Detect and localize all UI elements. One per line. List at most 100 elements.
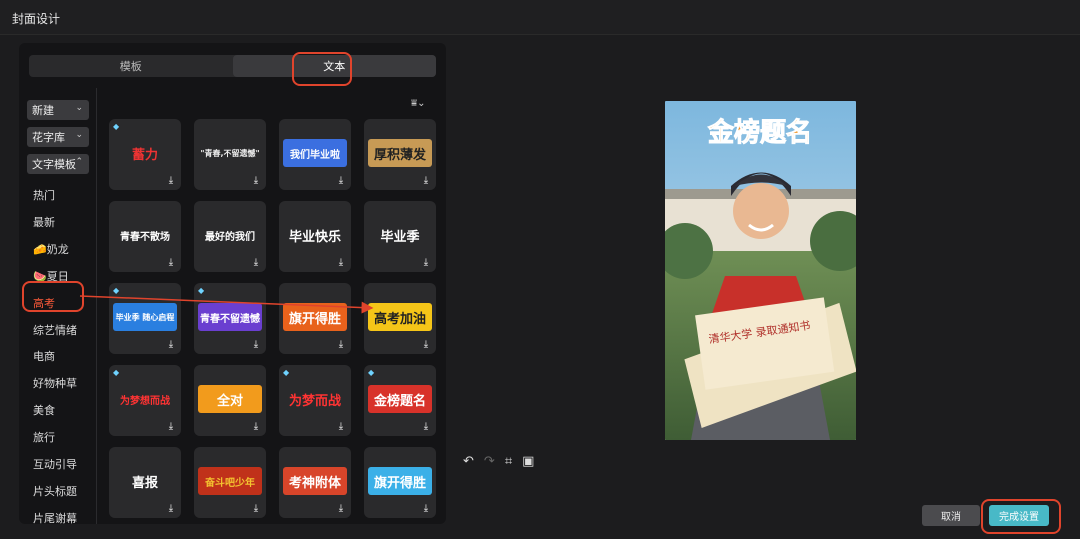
sidebar-item[interactable]: 好物种草	[33, 375, 77, 391]
download-icon[interactable]: ⤓	[250, 175, 262, 187]
download-icon[interactable]: ⤓	[420, 503, 432, 515]
template-card[interactable]: 青春不散场 ⤓	[109, 201, 181, 272]
tab-text[interactable]: 文本	[232, 55, 436, 77]
dropdown-new[interactable]: 新建 ⌄	[27, 100, 89, 120]
template-preview-text: 毕业季	[380, 229, 420, 245]
download-icon[interactable]: ⤓	[250, 421, 262, 433]
sidebar-item[interactable]: 片头标题	[33, 483, 77, 499]
chevron-down-icon: ⌄	[75, 103, 83, 113]
download-icon[interactable]: ⤓	[165, 503, 177, 515]
filter-icon[interactable]: ⩸⌄	[411, 98, 425, 109]
template-card[interactable]: 我们毕业啦 ⤓	[279, 119, 351, 190]
diamond-icon: ◆	[113, 122, 120, 131]
sidebar-item[interactable]: 互动引导	[33, 456, 77, 472]
template-card[interactable]: "青春,不留遗憾" ⤓	[194, 119, 266, 190]
dropdown-text-templates[interactable]: 文字模板 ⌃	[27, 154, 89, 174]
category-icon: 🧀	[33, 242, 47, 256]
template-card[interactable]: ◆ 为梦想而战 ⤓	[109, 365, 181, 436]
sidebar-item[interactable]: 电商	[33, 348, 55, 364]
download-icon[interactable]: ⤓	[165, 339, 177, 351]
template-card[interactable]: 奋斗吧少年 ⤓	[194, 447, 266, 518]
template-card[interactable]: ◆ 金榜题名 ⤓	[364, 365, 436, 436]
template-preview-text: 毕业快乐	[288, 229, 341, 245]
download-icon[interactable]: ⤓	[250, 503, 262, 515]
template-card[interactable]: ◆ 青春不留遗憾 ⤓	[194, 283, 266, 354]
sidebar-item-label: 电商	[33, 350, 55, 364]
template-card[interactable]: 高考加油 ⤓	[364, 283, 436, 354]
template-card[interactable]: 全对 ⤓	[194, 365, 266, 436]
diamond-icon: ◆	[113, 368, 120, 377]
sidebar-item[interactable]: 最新	[33, 214, 55, 230]
window-title: 封面设计	[12, 12, 61, 26]
template-preview-text: 旗开得胜	[283, 303, 347, 331]
tab-bar: 模板 文本	[29, 55, 436, 77]
diamond-icon: ◆	[198, 286, 205, 295]
download-icon[interactable]: ⤓	[335, 503, 347, 515]
download-icon[interactable]: ⤓	[165, 257, 177, 269]
undo-icon[interactable]: ↶	[463, 454, 474, 469]
download-icon[interactable]: ⤓	[420, 175, 432, 187]
template-preview-text: 为梦想而战	[120, 395, 170, 407]
confirm-button[interactable]: 完成设置	[989, 505, 1049, 526]
template-preview-text: 考神附体	[283, 467, 347, 495]
sidebar-item-label: 综艺情绪	[33, 323, 77, 337]
template-card[interactable]: 毕业季 ⤓	[364, 201, 436, 272]
sidebar-item-label: 好物种草	[33, 377, 77, 391]
template-card[interactable]: 喜报 ⤓	[109, 447, 181, 518]
template-card[interactable]: 旗开得胜 ⤓	[279, 283, 351, 354]
template-card[interactable]: ◆ 毕业季 随心启程 ⤓	[109, 283, 181, 354]
template-card[interactable]: 毕业快乐 ⤓	[279, 201, 351, 272]
template-preview-text: 奋斗吧少年	[198, 467, 262, 495]
sidebar-item[interactable]: 综艺情绪	[33, 322, 77, 338]
sidebar-item-label: 美食	[33, 404, 55, 418]
template-preview-text: 喜报	[131, 475, 158, 491]
download-icon[interactable]: ⤓	[420, 421, 432, 433]
image-icon[interactable]: ▣	[522, 454, 534, 469]
download-icon[interactable]: ⤓	[165, 421, 177, 433]
download-icon[interactable]: ⤓	[335, 175, 347, 187]
sidebar-item-label: 互动引导	[33, 458, 77, 471]
template-card[interactable]: 考神附体 ⤓	[279, 447, 351, 518]
sidebar-item[interactable]: 片尾谢幕	[33, 510, 77, 526]
diamond-icon: ◆	[283, 368, 290, 377]
template-preview-text: 蓄力	[131, 147, 158, 163]
download-icon[interactable]: ⤓	[420, 339, 432, 351]
cover-preview[interactable]: 清华大学 录取通知书 金榜题名	[665, 101, 856, 440]
sidebar-item-label: 热门	[33, 189, 55, 202]
download-icon[interactable]: ⤓	[335, 421, 347, 433]
sidebar-item-label: 高考	[33, 296, 55, 310]
download-icon[interactable]: ⤓	[420, 257, 432, 269]
template-card[interactable]: 最好的我们 ⤓	[194, 201, 266, 272]
download-icon[interactable]: ⤓	[250, 257, 262, 269]
chevron-down-icon: ⌄	[75, 130, 83, 140]
sidebar-item[interactable]: 高考	[33, 295, 55, 311]
sidebar-item[interactable]: 美食	[33, 402, 55, 418]
dropdown-font-library[interactable]: 花字库 ⌄	[27, 127, 89, 147]
sidebar-item[interactable]: 🧀奶龙	[33, 241, 69, 257]
template-card[interactable]: 旗开得胜 ⤓	[364, 447, 436, 518]
template-preview-text: 毕业季 随心启程	[113, 303, 177, 331]
template-preview-text: 我们毕业啦	[283, 139, 347, 167]
sidebar-item-label: 片头标题	[33, 484, 77, 498]
download-icon[interactable]: ⤓	[335, 339, 347, 351]
template-card[interactable]: ◆ 为梦而战 ⤓	[279, 365, 351, 436]
template-preview-text: 旗开得胜	[368, 467, 432, 495]
cancel-button[interactable]: 取消	[922, 505, 980, 526]
sidebar-item[interactable]: 🍉夏日	[33, 268, 69, 284]
template-preview-text: 全对	[198, 385, 262, 413]
sidebar-item[interactable]: 热门	[33, 187, 55, 203]
template-card[interactable]: ◆ 蓄力 ⤓	[109, 119, 181, 190]
tab-templates[interactable]: 模板	[29, 55, 233, 77]
sidebar-divider	[96, 88, 97, 524]
title-bar: 封面设计	[0, 0, 1080, 35]
chevron-up-icon: ⌃	[75, 157, 83, 167]
sidebar-item-label: 奶龙	[46, 242, 69, 256]
template-card[interactable]: 厚积薄发 ⤓	[364, 119, 436, 190]
redo-icon[interactable]: ↷	[484, 454, 495, 469]
cover-headline: 金榜题名	[707, 117, 812, 148]
download-icon[interactable]: ⤓	[250, 339, 262, 351]
download-icon[interactable]: ⤓	[165, 175, 177, 187]
crop-icon[interactable]: ⌗	[505, 454, 512, 469]
sidebar-item[interactable]: 旅行	[33, 429, 55, 445]
download-icon[interactable]: ⤓	[335, 257, 347, 269]
